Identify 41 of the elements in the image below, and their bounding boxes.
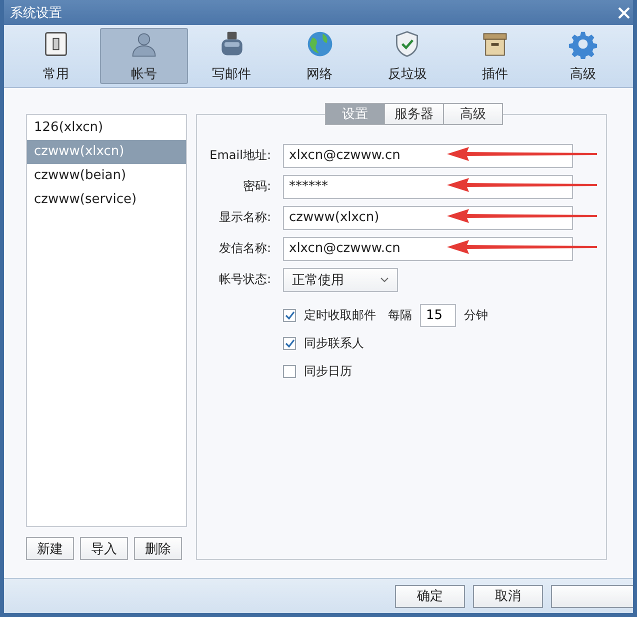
field-label: 帐号状态: [218, 271, 271, 288]
toolbar-tab[interactable]: 高级 [539, 28, 628, 84]
field-label: 发信名称: [218, 240, 271, 257]
input-field[interactable]: czwww(xlxcn) [283, 206, 573, 230]
toolbar-tab[interactable]: 常用 [12, 28, 100, 84]
blank-button[interactable] [551, 584, 633, 608]
field-label: Email地址: [208, 147, 271, 164]
toolbar-tab[interactable]: 写邮件 [188, 28, 276, 84]
dialog-button[interactable]: 取消 [473, 584, 543, 608]
toolbar-tab[interactable]: 插件 [451, 28, 540, 84]
interval-label: 每隔 [388, 306, 412, 324]
checkbox-label: 定时收取邮件 [304, 306, 376, 324]
input-field[interactable]: xlxcn@czwww.cn [283, 144, 573, 168]
input-field[interactable]: ****** [283, 174, 573, 198]
settings-tab[interactable]: 高级 [443, 103, 503, 125]
checkbox[interactable] [283, 336, 296, 350]
account-button[interactable]: 导入 [80, 537, 128, 560]
status-dropdown[interactable]: 正常使用 [283, 268, 398, 292]
account-item[interactable]: czwww(service) [27, 188, 186, 212]
input-field[interactable]: xlxcn@czwww.cn [283, 236, 573, 260]
account-item[interactable]: czwww(beian) [27, 164, 186, 188]
settings-tab[interactable]: 服务器 [384, 103, 444, 125]
checkbox[interactable] [283, 308, 296, 322]
unit-label: 分钟 [464, 306, 488, 324]
interval-field[interactable]: 15 [420, 304, 456, 326]
window-title: 系统设置 [10, 4, 62, 22]
checkbox-label: 同步日历 [304, 362, 352, 380]
field-label: 密码: [242, 178, 271, 195]
checkbox[interactable] [283, 364, 296, 378]
dialog-button[interactable]: 确定 [395, 584, 465, 608]
account-button[interactable]: 新建 [26, 537, 74, 560]
account-item[interactable]: 126(xlxcn) [27, 116, 186, 140]
caret-icon [380, 276, 389, 282]
settings-icon [567, 29, 600, 59]
toolbar-tab[interactable]: 帐号 [100, 28, 188, 84]
field-label: 显示名称: [218, 209, 271, 226]
account-button[interactable]: 删除 [134, 537, 182, 560]
toolbar-tab[interactable]: 网络 [276, 28, 364, 84]
toolbar-tab[interactable]: 反垃圾 [363, 28, 452, 84]
close-icon[interactable] [617, 6, 631, 20]
checkbox-label: 同步联系人 [304, 334, 364, 352]
